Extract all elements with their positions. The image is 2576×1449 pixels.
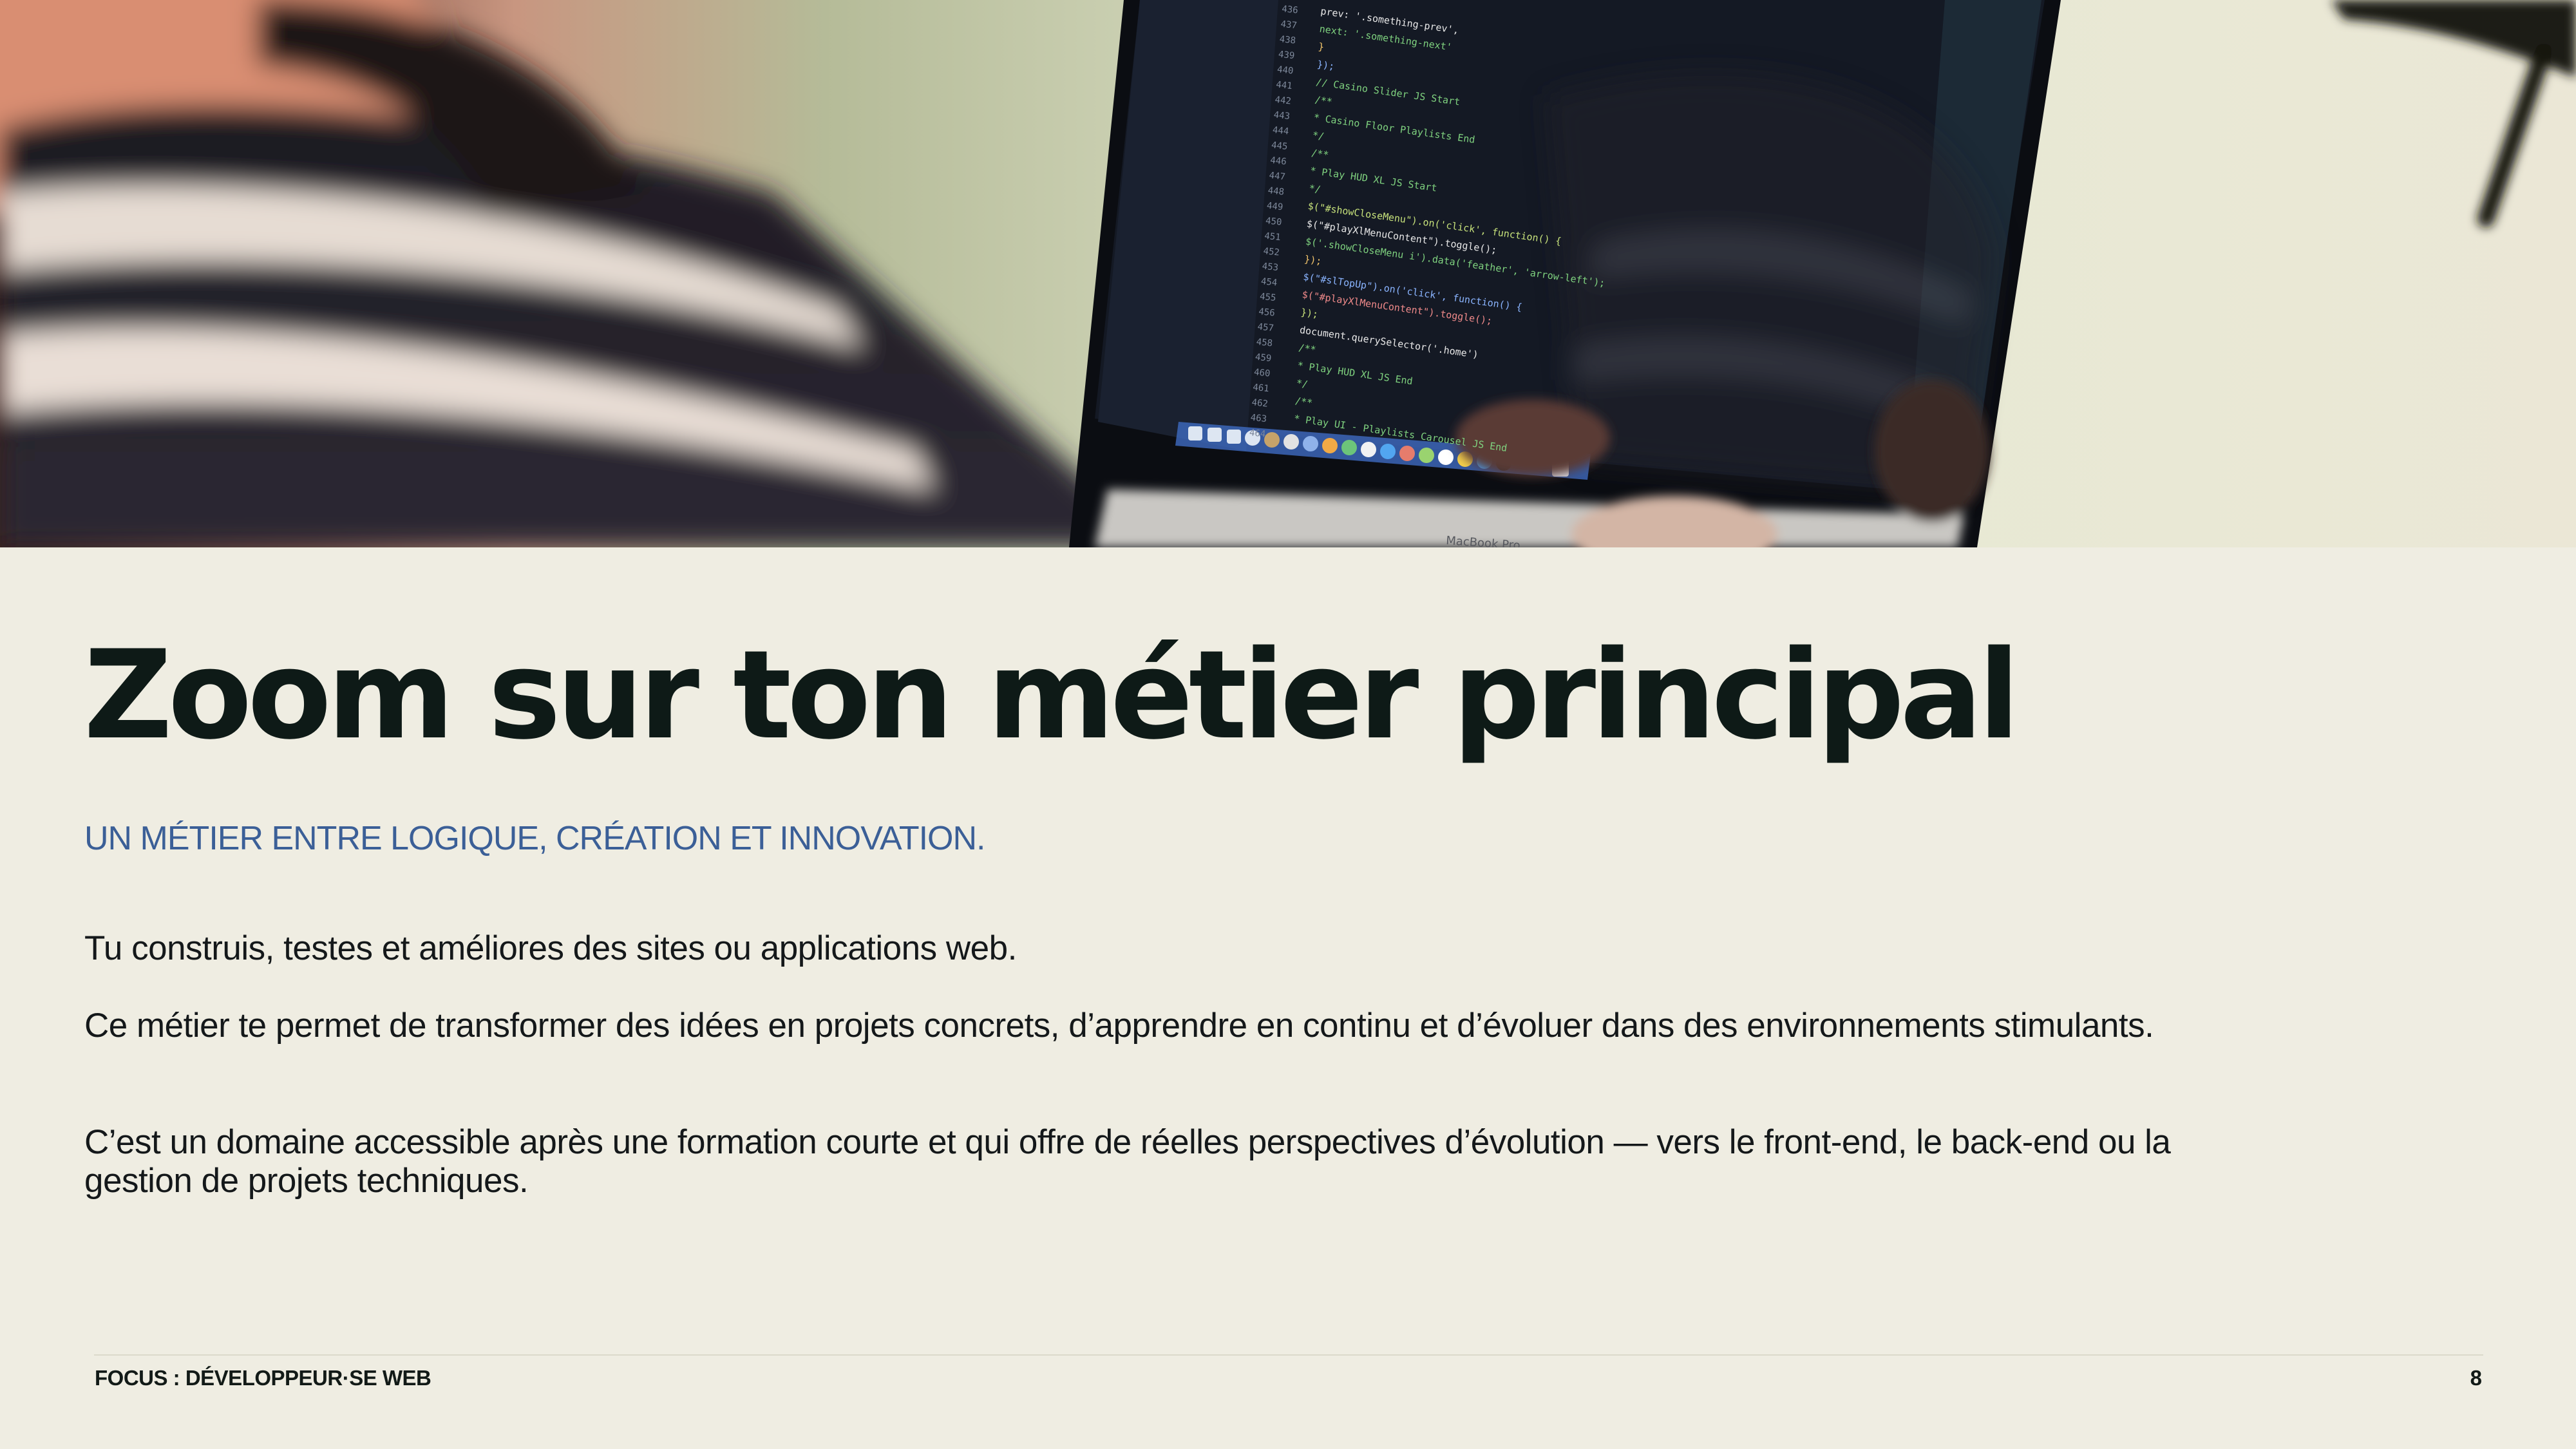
editor-code-line: /** bbox=[1311, 147, 1329, 161]
editor-code-line: }); bbox=[1300, 307, 1319, 321]
page-number: 8 bbox=[2470, 1366, 2482, 1390]
page-title: Zoom sur ton métier principal bbox=[84, 624, 2020, 766]
editor-line-number: 457 bbox=[1257, 322, 1274, 334]
editor-code-line: /** bbox=[1294, 395, 1313, 409]
editor-line-number: 458 bbox=[1256, 337, 1273, 349]
editor-line-number: 449 bbox=[1266, 201, 1283, 213]
editor-line-number: 452 bbox=[1263, 246, 1280, 258]
editor-line-number: 455 bbox=[1259, 292, 1276, 304]
body-paragraph-3: C’est un domaine accessible après une fo… bbox=[84, 1123, 2171, 1200]
editor-line-number: 451 bbox=[1264, 231, 1282, 243]
editor-line-number: 461 bbox=[1253, 383, 1270, 395]
section-subtitle: UN MÉTIER ENTRE LOGIQUE, CRÉATION ET INN… bbox=[84, 820, 986, 857]
editor-code-line: /** bbox=[1314, 94, 1332, 108]
editor-line-number: 445 bbox=[1271, 140, 1288, 153]
laptop-code-photo-icon: 436 437 438 439 440 441 442 443 444 445 446 447 448 4… bbox=[0, 0, 2576, 547]
footer-label: FOCUS : DÉVELOPPEUR·SE WEB bbox=[95, 1366, 431, 1390]
editor-code-line: }); bbox=[1316, 59, 1335, 73]
editor-line-number: 454 bbox=[1260, 276, 1278, 289]
editor-line-number: 446 bbox=[1270, 155, 1287, 167]
editor-line-number: 443 bbox=[1273, 110, 1291, 122]
editor-line-number: 453 bbox=[1262, 261, 1279, 274]
editor-code-line: }); bbox=[1303, 253, 1322, 267]
editor-line-number: 441 bbox=[1276, 80, 1293, 92]
hero-photo: 436 437 438 439 440 441 442 443 444 445 446 447 448 4… bbox=[0, 0, 2576, 547]
editor-line-number: 438 bbox=[1279, 34, 1296, 46]
editor-line-number: 440 bbox=[1276, 64, 1294, 77]
body-paragraph-1: Tu construis, testes et améliores des si… bbox=[84, 929, 1017, 967]
editor-line-number: 462 bbox=[1251, 397, 1269, 410]
editor-line-number: 460 bbox=[1253, 367, 1271, 379]
editor-code-line: /** bbox=[1298, 342, 1316, 356]
editor-line-number: 464 bbox=[1249, 428, 1266, 440]
editor-code-line: */ bbox=[1308, 182, 1321, 195]
editor-line-number: 437 bbox=[1280, 19, 1298, 32]
editor-line-number: 463 bbox=[1250, 413, 1267, 425]
editor-line-number: 439 bbox=[1278, 50, 1295, 62]
editor-code-line: */ bbox=[1296, 377, 1309, 390]
editor-line-number: 436 bbox=[1282, 4, 1299, 16]
editor-line-number: 456 bbox=[1258, 307, 1276, 319]
editor-line-number: 459 bbox=[1255, 352, 1272, 365]
editor-line-number: 447 bbox=[1269, 171, 1286, 183]
editor-line-number: 450 bbox=[1265, 216, 1282, 228]
editor-code-line: */ bbox=[1312, 129, 1325, 142]
editor-line-number: 448 bbox=[1267, 185, 1285, 198]
footer-divider bbox=[94, 1354, 2483, 1356]
editor-line-number: 444 bbox=[1272, 125, 1289, 137]
body-paragraph-2: Ce métier te permet de transformer des i… bbox=[84, 1007, 2154, 1045]
editor-line-number: 442 bbox=[1274, 95, 1292, 107]
